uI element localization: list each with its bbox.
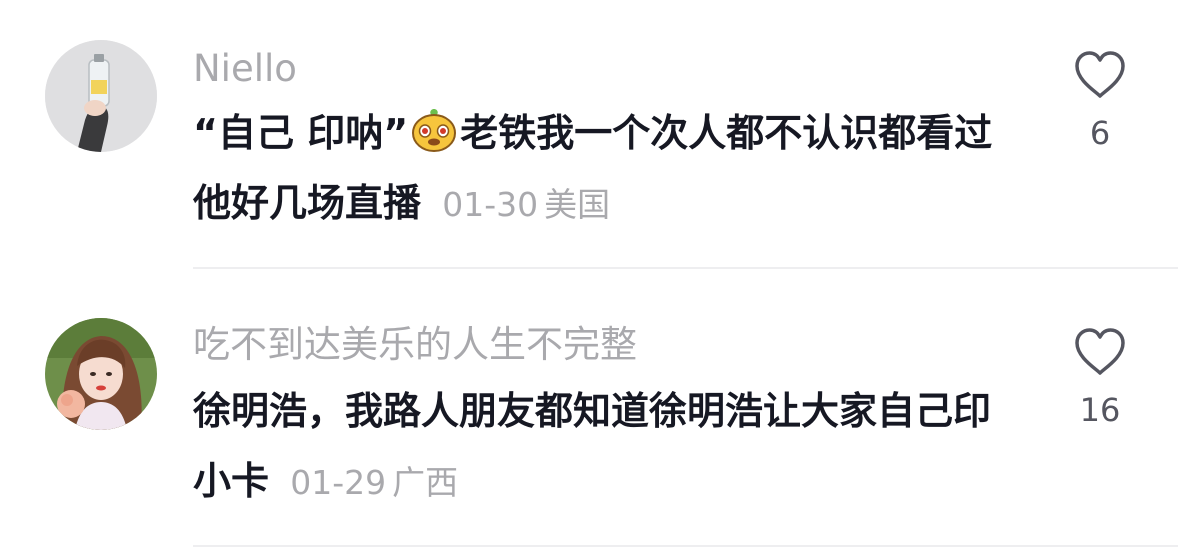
like-count: 6: [1089, 114, 1111, 152]
comment-meta: 01-29 广西: [290, 463, 458, 502]
divider: [193, 267, 1178, 269]
username[interactable]: 吃不到达美乐的人生不完整: [193, 322, 637, 368]
comment-text: 徐明浩，我路人朋友都知道徐明浩让大家自己印小卡 01-29 广西: [193, 376, 1023, 518]
like-button[interactable]: 6: [1060, 50, 1140, 152]
like-count: 16: [1079, 391, 1121, 429]
comment-location: 美国: [544, 185, 611, 224]
yellow-face-emoji-icon: [410, 106, 458, 154]
comment-date: 01-30: [442, 185, 539, 224]
avatar[interactable]: [45, 318, 157, 430]
comment-text-part: “自己 印呐”: [193, 111, 409, 155]
heart-icon: [1075, 51, 1125, 98]
comment-meta: 01-30 美国: [442, 185, 610, 224]
avatar[interactable]: [45, 40, 157, 152]
like-button[interactable]: 16: [1060, 327, 1140, 429]
comment-text: “自己 印呐” 老铁我一个次人都不认识都看过他好几场直播 01-30 美国: [193, 98, 1023, 240]
comment-date: 01-29: [290, 463, 387, 502]
username[interactable]: Niello: [193, 46, 297, 92]
comment-location: 广西: [392, 463, 459, 502]
divider: [193, 545, 1178, 547]
heart-icon: [1075, 328, 1125, 375]
